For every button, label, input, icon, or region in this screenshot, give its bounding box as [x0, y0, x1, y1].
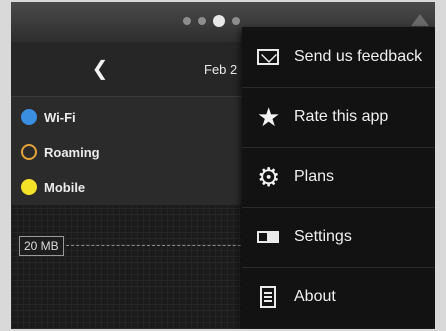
chart-legend: Wi-Fi Roaming Mobile: [11, 97, 251, 205]
menu-item-feedback[interactable]: Send us feedback: [242, 27, 435, 88]
menu-item-label: Settings: [294, 228, 352, 245]
legend-item-wifi[interactable]: Wi-Fi: [21, 107, 76, 127]
document-icon: [260, 286, 276, 308]
chevron-left-icon[interactable]: ❮: [90, 59, 110, 79]
limit-badge[interactable]: 20 MB: [19, 236, 64, 256]
envelope-icon: [257, 49, 279, 65]
legend-item-mobile[interactable]: Mobile: [21, 177, 85, 197]
wifi-swatch: [21, 109, 37, 125]
app-screen: ❮ Feb 2 Wi-Fi Roaming Mobile 20 MB Send …: [11, 2, 435, 329]
overflow-icon[interactable]: [411, 14, 429, 26]
gear-icon: ⚙: [257, 162, 281, 192]
date-label: Feb 2: [204, 62, 238, 77]
menu-item-label: Rate this app: [294, 108, 389, 125]
legend-label: Wi-Fi: [44, 109, 76, 125]
menu-item-label: About: [294, 288, 336, 305]
page-dot[interactable]: [198, 17, 206, 25]
menu-item-settings[interactable]: Settings: [242, 207, 435, 268]
legend-label: Roaming: [44, 144, 100, 160]
menu-item-rate[interactable]: ★ Rate this app: [242, 87, 435, 148]
page-dot[interactable]: [232, 17, 240, 25]
legend-label: Mobile: [44, 179, 86, 195]
legend-item-roaming[interactable]: Roaming: [21, 142, 100, 162]
limit-line[interactable]: [61, 245, 261, 246]
roaming-swatch: [21, 144, 37, 160]
menu-item-label: Send us feedback: [294, 48, 423, 65]
mobile-swatch: [21, 179, 37, 195]
menu-item-about[interactable]: About: [242, 267, 435, 327]
page-dot-active[interactable]: [213, 15, 225, 27]
toggle-icon: [257, 231, 279, 243]
star-icon: ★: [257, 102, 281, 132]
page-dot[interactable]: [183, 17, 191, 25]
overflow-menu: Send us feedback ★ Rate this app ⚙ Plans…: [242, 27, 435, 327]
menu-item-plans[interactable]: ⚙ Plans: [242, 147, 435, 208]
page-dots: [183, 15, 240, 27]
menu-item-label: Plans: [294, 168, 335, 185]
